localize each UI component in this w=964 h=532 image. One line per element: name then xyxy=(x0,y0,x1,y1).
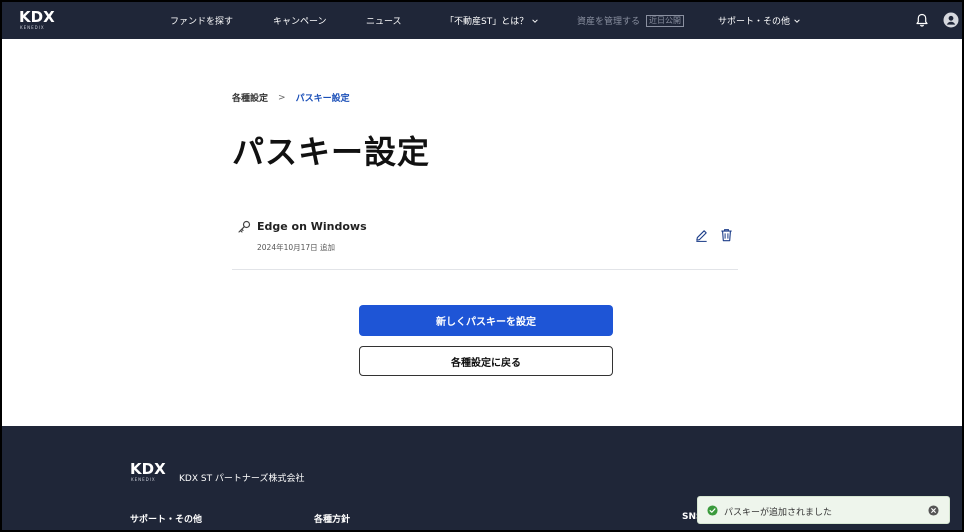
breadcrumb-separator: > xyxy=(278,92,286,103)
chevron-down-icon xyxy=(794,18,800,23)
nav-fund-label: ファンドを探す xyxy=(170,17,234,27)
bell-icon[interactable] xyxy=(914,12,930,28)
nav-support[interactable]: サポート・その他 xyxy=(718,14,801,27)
main-nav: ファンドを探す キャンペーン ニュース 「不動産ST」とは？ 資産を管理する 近… xyxy=(2,2,962,39)
nav-news[interactable]: ニュース xyxy=(366,14,402,27)
footer-logo: KDX xyxy=(130,460,166,478)
back-to-settings-button[interactable]: 各種設定に戻る xyxy=(359,346,613,376)
passkey-name: Edge on Windows xyxy=(257,220,367,233)
close-circle-icon[interactable] xyxy=(928,505,939,516)
passkey-added-date: 2024年10月17日 追加 xyxy=(257,243,336,252)
key-icon xyxy=(238,220,251,233)
nav-campaign[interactable]: キャンペーン xyxy=(273,14,327,27)
breadcrumb-root[interactable]: 各種設定 xyxy=(232,91,268,104)
nav-fund[interactable]: ファンドを探す xyxy=(170,14,233,27)
trash-icon[interactable] xyxy=(719,227,734,243)
site-header: KDX KENEDIX ファンドを探す キャンペーン ニュース 「不動産ST」と… xyxy=(2,2,962,39)
edit-icon[interactable] xyxy=(694,228,709,243)
nav-about-label: 「不動産ST」とは？ xyxy=(445,17,529,27)
user-avatar-icon[interactable] xyxy=(943,12,959,28)
breadcrumb-current: パスキー設定 xyxy=(295,94,350,104)
nav-manage-label: 資産を管理する xyxy=(577,17,641,27)
nav-manage: 資産を管理する 近日公開 xyxy=(577,14,685,27)
footer-logo-sub: KENEDIX xyxy=(131,477,156,482)
breadcrumb: 各種設定 > パスキー設定 xyxy=(232,91,350,105)
chevron-down-icon xyxy=(532,18,538,23)
nav-campaign-label: キャンペーン xyxy=(273,17,327,27)
passkey-list-item: Edge on Windows 2024年10月17日 追加 xyxy=(232,210,738,270)
nav-support-label: サポート・その他 xyxy=(718,17,791,27)
nav-about[interactable]: 「不動産ST」とは？ xyxy=(445,14,539,27)
success-toast: パスキーが追加されました xyxy=(697,496,950,524)
footer-col-policy: 各種方針 xyxy=(314,515,351,525)
new-passkey-button[interactable]: 新しくパスキーを設定 xyxy=(359,305,613,336)
page-frame: KDX KENEDIX ファンドを探す キャンペーン ニュース 「不動産ST」と… xyxy=(0,0,964,532)
toast-message: パスキーが追加されました xyxy=(724,508,833,518)
footer-col-support: サポート・その他 xyxy=(130,515,203,525)
coming-soon-tag: 近日公開 xyxy=(646,14,685,27)
page-title: パスキー設定 xyxy=(232,133,431,171)
check-circle-icon xyxy=(707,505,718,516)
footer-company-name: KDX ST パートナーズ株式会社 xyxy=(179,474,305,484)
nav-news-label: ニュース xyxy=(366,17,402,27)
